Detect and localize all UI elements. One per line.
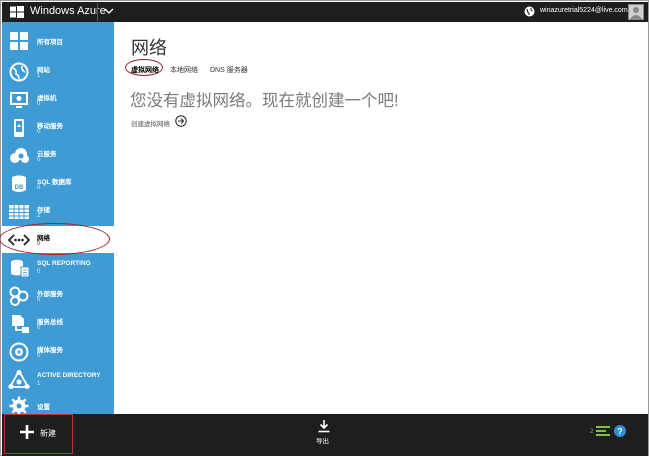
sidebar-item-count: 0	[37, 101, 41, 107]
export-button-label[interactable]: 导出	[316, 435, 329, 445]
sidebar-item-label: 所有项目	[37, 39, 63, 46]
svg-text:DB: DB	[15, 185, 24, 191]
sidebar-item-all-items[interactable]: 所有项目	[2, 27, 114, 54]
sidebar-item-virtual-machines[interactable]: 虚拟机 0	[2, 86, 114, 113]
mobile-icon	[14, 119, 24, 137]
all-items-icon	[10, 32, 28, 50]
avatar[interactable]	[628, 4, 644, 20]
active-directory-icon	[8, 370, 30, 389]
sidebar-item-count: 0	[37, 129, 41, 135]
media-services-icon	[9, 342, 29, 362]
create-virtual-network-link[interactable]: 创建虚拟网络	[131, 118, 170, 128]
gear-icon	[9, 396, 29, 416]
notification-count[interactable]: 2	[590, 429, 593, 435]
arrow-circle-icon[interactable]	[175, 115, 187, 127]
sidebar-item-storage[interactable]: 存储 2	[2, 198, 114, 225]
sidebar-item-external-services[interactable]: 外部服务 0	[2, 282, 114, 309]
sidebar-item-sql-database[interactable]: DB SQL 数据库 0	[2, 170, 114, 197]
user-icon	[630, 7, 642, 19]
sidebar-item-label: 服务总线	[37, 319, 63, 326]
windows-logo-icon	[10, 6, 24, 18]
download-icon[interactable]	[317, 419, 331, 433]
sidebar-item-count: 1	[37, 73, 41, 79]
globe-icon	[9, 62, 29, 82]
reporting-icon	[11, 259, 30, 278]
sidebar: 所有项目 网站 1 虚拟机 0 移动服务 0 云服务 0 DB SQL 数据库 …	[0, 22, 114, 416]
sidebar-item-service-bus[interactable]: 服务总线 0	[2, 310, 114, 337]
new-button-label: 新建	[40, 429, 56, 438]
tab-virtual-networks[interactable]: 虚拟网络	[131, 65, 159, 75]
plus-icon	[20, 425, 34, 439]
sidebar-item-media-services[interactable]: 媒体服务 0	[2, 338, 114, 365]
sidebar-item-count: 0	[37, 185, 41, 191]
sidebar-item-label: 媒体服务	[37, 347, 63, 354]
sidebar-item-label: 移动服务	[37, 123, 63, 130]
sidebar-item-count: 1	[37, 381, 41, 387]
external-services-icon	[9, 286, 29, 306]
empty-state-heading: 您没有虚拟网络。现在就创建一个吧!	[130, 92, 399, 110]
sidebar-item-active-directory[interactable]: ACTIVE DIRECTORY 1	[2, 366, 114, 393]
main-content: 网络 虚拟网络 本地网络 DNS 服务器 您没有虚拟网络。现在就创建一个吧! 创…	[114, 22, 648, 414]
sidebar-item-count: 0	[37, 325, 41, 331]
highlight-oval	[0, 223, 110, 255]
tab-local-networks[interactable]: 本地网络	[170, 65, 198, 75]
sidebar-item-count: 0	[37, 353, 41, 359]
notifications-icon[interactable]	[596, 425, 610, 437]
sidebar-item-networks[interactable]: 网络 0	[0, 223, 114, 255]
new-button[interactable]: 新建	[4, 414, 73, 454]
sidebar-item-label: SQL 数据库	[37, 179, 72, 186]
database-icon: DB	[12, 175, 26, 192]
sidebar-item-settings[interactable]: 设置	[2, 392, 114, 416]
sidebar-item-count: 2	[37, 213, 41, 219]
sidebar-item-sql-reporting[interactable]: SQL REPORTING 0	[2, 254, 114, 281]
azure-portal-window: Windows Azure winazuretrial5224@live.com…	[0, 0, 649, 456]
sidebar-item-websites[interactable]: 网站 1	[2, 58, 114, 85]
tab-dns-servers[interactable]: DNS 服务器	[210, 65, 248, 75]
storage-table-icon	[9, 205, 29, 219]
sidebar-item-label: 外部服务	[37, 291, 63, 298]
page-title: 网络	[131, 38, 167, 58]
svg-text:?: ?	[617, 427, 623, 437]
cloud-icon	[10, 148, 29, 163]
top-bar: Windows Azure winazuretrial5224@live.com	[2, 2, 648, 22]
command-bar: 新建 导出 2 ?	[2, 414, 648, 456]
brand-title[interactable]: Windows Azure	[30, 5, 106, 17]
sidebar-item-label: ACTIVE DIRECTORY	[37, 372, 101, 379]
account-email[interactable]: winazuretrial5224@live.com	[540, 7, 628, 14]
chevron-down-icon[interactable]	[103, 5, 115, 17]
monitor-icon	[10, 92, 28, 108]
sidebar-item-count: 0	[37, 297, 41, 303]
sidebar-item-label: 设置	[37, 404, 50, 411]
sidebar-item-count: 0	[37, 157, 41, 163]
sidebar-item-count: 0	[37, 269, 41, 275]
sidebar-item-mobile-services[interactable]: 移动服务 0	[2, 114, 114, 141]
service-bus-icon	[12, 315, 29, 333]
sidebar-item-label: SQL REPORTING	[37, 260, 91, 267]
globe-icon[interactable]	[524, 6, 535, 17]
help-icon[interactable]: ?	[614, 425, 626, 437]
sidebar-item-cloud-services[interactable]: 云服务 0	[2, 142, 114, 169]
divider	[97, 3, 98, 21]
